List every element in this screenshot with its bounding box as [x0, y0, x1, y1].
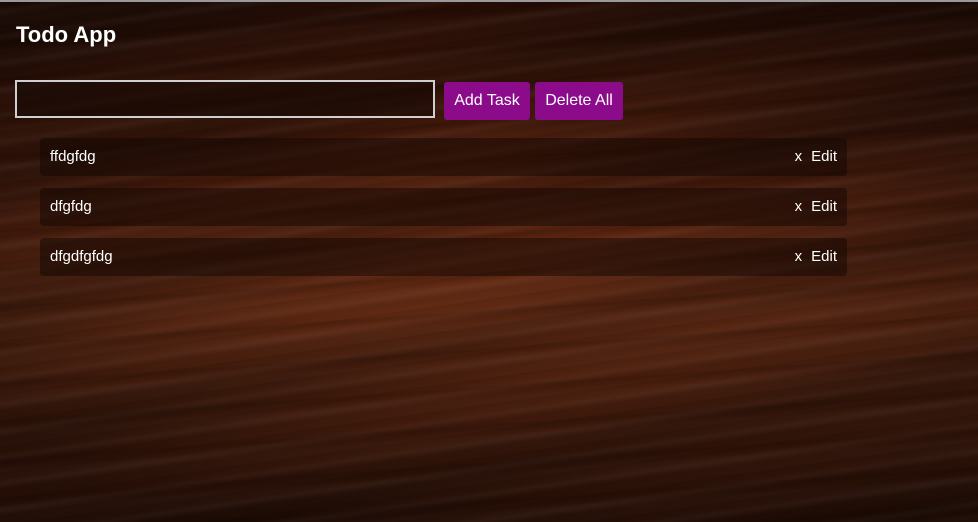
edit-task-button[interactable]: Edit: [811, 188, 837, 226]
task-text: dfgdfgfdg: [50, 248, 113, 265]
delete-task-button[interactable]: x: [795, 188, 803, 226]
task-list: ffdgfdg x Edit dfgfdg x Edit dfgdfgfdg x…: [40, 138, 847, 288]
delete-task-button[interactable]: x: [795, 238, 803, 276]
delete-all-button[interactable]: Delete All: [535, 82, 623, 120]
add-task-button[interactable]: Add Task: [444, 82, 530, 120]
task-input[interactable]: [15, 80, 435, 118]
edit-task-button[interactable]: Edit: [811, 238, 837, 276]
task-item: ffdgfdg x Edit: [40, 138, 847, 176]
task-actions: x Edit: [795, 238, 837, 276]
delete-task-button[interactable]: x: [795, 138, 803, 176]
app-title: Todo App: [16, 22, 117, 47]
task-text: dfgfdg: [50, 198, 92, 215]
task-actions: x Edit: [795, 188, 837, 226]
task-actions: x Edit: [795, 138, 837, 176]
edit-task-button[interactable]: Edit: [811, 138, 837, 176]
task-text: ffdgfdg: [50, 148, 96, 165]
task-item: dfgdfgfdg x Edit: [40, 238, 847, 276]
window-top-border: [0, 0, 978, 2]
task-item: dfgfdg x Edit: [40, 188, 847, 226]
